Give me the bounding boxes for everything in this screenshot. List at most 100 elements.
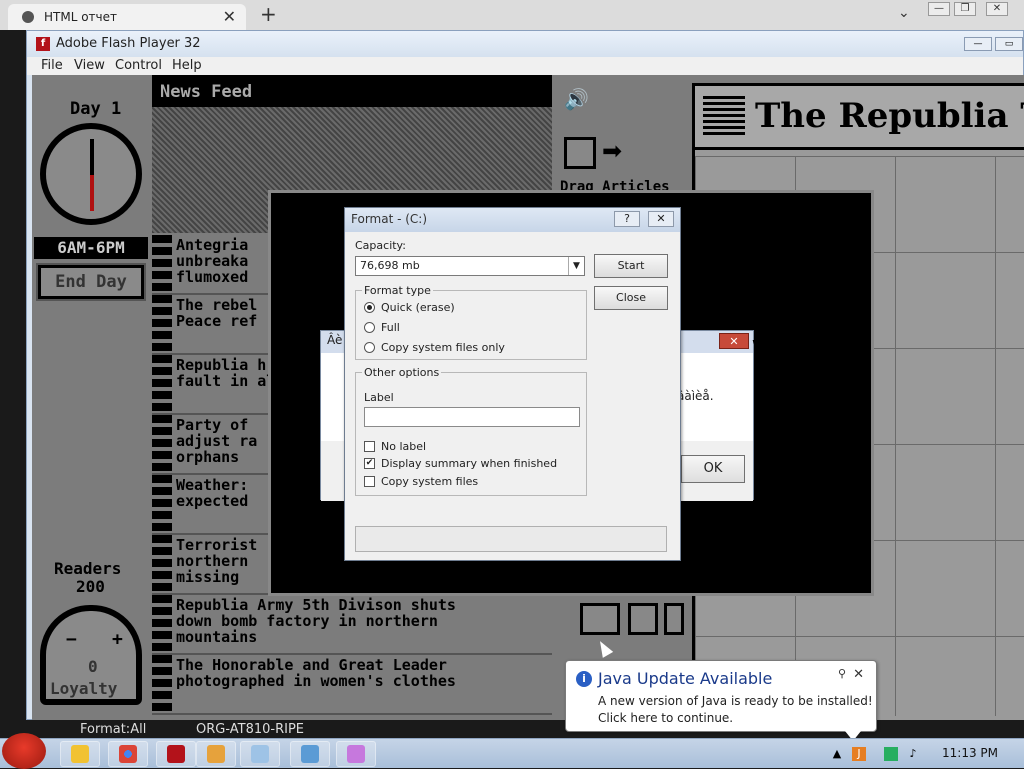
film-strip <box>152 595 172 653</box>
speaker-icon[interactable]: 🔊 <box>564 87 589 111</box>
format-dialog-title-bar: Format - (C:) ? ✕ <box>345 208 680 232</box>
display-summary-checkbox[interactable]: ✔ <box>364 458 375 469</box>
flash-window-title: Adobe Flash Player 32 <box>56 36 201 51</box>
browser-tab[interactable]: HTML отчет ✕ <box>8 4 246 30</box>
taskbar-flash-button[interactable] <box>156 741 196 767</box>
medium-article-icon[interactable] <box>628 603 658 635</box>
background-text-2: ORG-AT810-RIPE <box>196 722 304 737</box>
taskbar: ▲ J ♪ 11:13 PM <box>0 733 1024 769</box>
error-dialog-title: Âè <box>327 333 343 347</box>
article-icon <box>564 137 596 169</box>
news-item-text: Republia Army 5th Divison shuts down bom… <box>176 596 456 646</box>
browser-restore-button[interactable]: ❐ <box>954 2 976 16</box>
format-type-label: Format type <box>362 284 433 297</box>
java-update-notification[interactable]: i Java Update Available A new version of… <box>565 660 877 732</box>
copy-system-files-checkbox[interactable] <box>364 476 375 487</box>
gallery-icon <box>207 745 225 763</box>
newspaper-masthead: The Republia Times <box>695 86 1024 150</box>
flash-icon <box>167 745 185 763</box>
label-input[interactable] <box>364 407 580 427</box>
quick-erase-label: Quick (erase) <box>381 301 455 314</box>
layout-size-icons <box>580 603 690 643</box>
masthead-lines-icon <box>703 96 745 136</box>
paint-icon <box>301 745 319 763</box>
error-message: âàìèå. <box>677 389 714 403</box>
browser-tab-strip: HTML отчет ✕ + ⌄ — ❐ ✕ <box>0 0 1024 30</box>
left-panel: Day 1 6AM-6PM End Day Readers 200 − + 0 … <box>32 75 152 720</box>
time-range: 6AM-6PM <box>34 237 148 259</box>
news-item-text: The Honorable and Great Leader photograp… <box>176 656 456 690</box>
help-button[interactable]: ? <box>614 211 640 227</box>
news-item[interactable]: The Honorable and Great Leader photograp… <box>152 655 552 715</box>
new-tab-button[interactable]: + <box>260 2 277 26</box>
taskbar-notepad-button[interactable] <box>240 741 280 767</box>
film-strip <box>152 475 172 533</box>
menu-file[interactable]: File <box>41 58 63 73</box>
taskbar-paint-button[interactable] <box>290 741 330 767</box>
tabs-menu-icon[interactable]: ⌄ <box>898 5 910 21</box>
globe-icon <box>22 11 34 23</box>
newspaper-title: The Republia Times <box>755 96 1024 136</box>
taskbar-explorer-button[interactable] <box>60 741 100 767</box>
copy-system-files-only-label: Copy system files only <box>381 341 505 354</box>
full-radio[interactable] <box>364 322 375 333</box>
end-day-button[interactable]: End Day <box>36 263 146 301</box>
partial-text: ve <box>752 334 772 353</box>
large-article-icon[interactable] <box>580 603 620 635</box>
format-dialog: Format - (C:) ? ✕ Capacity: 76,698 mb ▼ … <box>344 207 681 561</box>
flash-menu-bar: File View Control Help <box>27 57 1023 75</box>
film-strip <box>152 415 172 473</box>
clock-hour-hand <box>90 139 94 175</box>
clock-minute-hand <box>90 175 94 211</box>
close-button[interactable]: Close <box>594 286 668 310</box>
film-strip <box>152 295 172 353</box>
other-options-group: Other options Label No label ✔ Display s… <box>355 366 587 496</box>
error-close-button[interactable]: ✕ <box>719 333 749 349</box>
format-dialog-title: Format - (C:) <box>351 212 428 226</box>
news-feed-title: News Feed <box>152 75 552 107</box>
loyalty-value: 0 <box>88 657 98 676</box>
taskbar-chrome-button[interactable] <box>108 741 148 767</box>
loyalty-label: Loyalty <box>50 679 118 698</box>
flash-title-bar: f Adobe Flash Player 32 — ▭ <box>27 31 1023 57</box>
start-button[interactable] <box>2 733 46 769</box>
network-icon[interactable] <box>884 747 898 761</box>
menu-help[interactable]: Help <box>172 58 202 73</box>
tab-close-icon[interactable]: ✕ <box>223 7 236 26</box>
copy-system-files-label: Copy system files <box>381 475 479 488</box>
label-field-label: Label <box>364 391 394 404</box>
menu-control[interactable]: Control <box>115 58 162 73</box>
clock-time[interactable]: 11:13 PM <box>942 746 998 760</box>
other-options-label: Other options <box>362 366 442 379</box>
taskbar-gallery-button[interactable] <box>196 741 236 767</box>
news-item[interactable]: Republia Army 5th Divison shuts down bom… <box>152 595 552 655</box>
no-label-checkbox[interactable] <box>364 441 375 452</box>
java-close-icon[interactable]: ✕ <box>853 667 864 682</box>
pin-icon[interactable]: ⚲ <box>838 667 846 680</box>
browser-minimize-button[interactable]: — <box>928 2 950 16</box>
flash-icon: f <box>36 37 50 51</box>
clock-icon <box>40 123 142 225</box>
format-close-icon[interactable]: ✕ <box>648 211 674 227</box>
volume-icon[interactable]: ♪ <box>906 747 920 761</box>
small-article-icon[interactable] <box>664 603 684 635</box>
capacity-select[interactable]: 76,698 mb ▼ <box>355 256 585 276</box>
arrow-right-icon: ➡ <box>602 137 623 165</box>
readers-value: 200 <box>76 577 105 596</box>
quick-erase-radio[interactable] <box>364 302 375 313</box>
flash-maximize-button[interactable]: ▭ <box>995 37 1023 51</box>
plus-icon: + <box>112 629 123 650</box>
background-text-1: Format:All <box>80 722 147 737</box>
start-button[interactable]: Start <box>594 254 668 278</box>
ok-button[interactable]: OK <box>681 455 745 483</box>
flash-minimize-button[interactable]: — <box>964 37 992 51</box>
taskbar-app-button[interactable] <box>336 741 376 767</box>
menu-view[interactable]: View <box>74 58 105 73</box>
java-tray-icon[interactable]: J <box>852 747 866 761</box>
browser-close-button[interactable]: ✕ <box>986 2 1008 16</box>
copy-system-files-only-radio[interactable] <box>364 342 375 353</box>
show-hidden-icons[interactable]: ▲ <box>830 747 844 761</box>
info-icon: i <box>576 671 592 687</box>
java-update-message[interactable]: A new version of Java is ready to be ins… <box>598 693 873 727</box>
film-strip <box>152 535 172 593</box>
